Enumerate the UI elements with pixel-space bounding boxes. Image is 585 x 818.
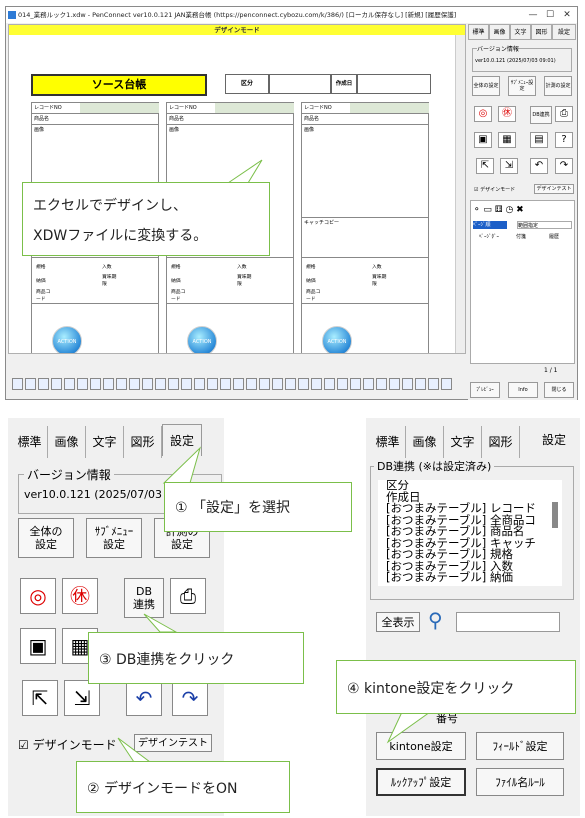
list-item[interactable]: [おつまみテーブル] 納価 <box>378 571 562 584</box>
search-input[interactable] <box>456 612 560 632</box>
tab-standard[interactable]: 標準 <box>370 426 406 458</box>
db-group-label: DB連携 (※は設定済み) <box>374 458 495 474</box>
list-scrollbar[interactable] <box>552 502 558 528</box>
callout-step4-text: ④ kintone設定をクリック <box>347 681 515 697</box>
show-all-button[interactable]: 全表示 <box>376 612 420 632</box>
tab-text[interactable]: 文字 <box>444 426 482 458</box>
callout-main-line2: XDWファイルに変換する。 <box>33 228 208 244</box>
db-field-list[interactable]: 区分 作成日 [おつまみテーブル] レコード [おつまみテーブル] 全商品コ [… <box>378 480 562 586</box>
callout-main-line1: エクセルでデザインし、 <box>33 198 187 214</box>
callout-step1: ① 「設定」を選択 <box>164 482 352 532</box>
lookup-settings-button[interactable]: ﾙｯｸｱｯﾌﾟ設定 <box>376 768 466 796</box>
callout-step1-text: ① 「設定」を選択 <box>175 500 291 516</box>
callout-pointers-left <box>117 446 201 763</box>
callout-step2: ② デザインモードをON <box>76 761 290 813</box>
callout-step3: ③ DB連携をクリック <box>88 632 304 684</box>
tab-image[interactable]: 画像 <box>406 426 444 458</box>
search-icon: ⚲ <box>428 608 443 632</box>
callout-step2-text: ② デザインモードをON <box>87 781 238 797</box>
callout-step4: ④ kintone設定をクリック <box>336 660 576 714</box>
callout-step3-text: ③ DB連携をクリック <box>99 652 235 668</box>
tab-shape[interactable]: 図形 <box>482 426 520 458</box>
filename-rule-button[interactable]: ﾌｧｲﾙ名ﾙｰﾙ <box>476 768 564 796</box>
tab-settings[interactable]: 設定 <box>534 424 574 456</box>
callout-main: エクセルでデザインし、 XDWファイルに変換する。 <box>22 182 270 256</box>
